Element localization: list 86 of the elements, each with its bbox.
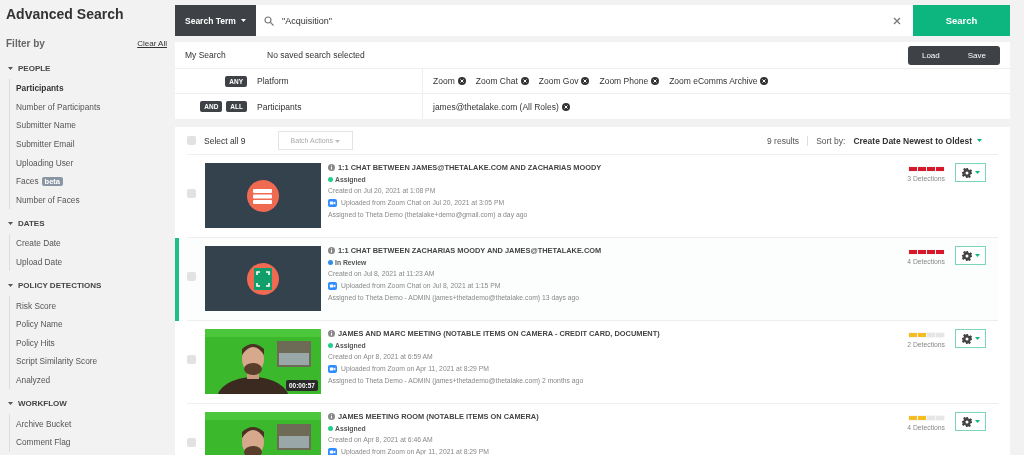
settings-dropdown[interactable] [955,246,986,265]
info-icon [328,330,335,337]
filter-value: Zoom Phone [599,76,649,86]
caret-icon [977,139,982,142]
filter-value: Zoom Gov [538,76,579,86]
search-mode-dropdown[interactable]: Search Term [175,5,256,36]
caret-icon [240,19,246,22]
search-icon [264,15,274,26]
caret-icon [8,221,13,225]
filter-item[interactable]: Faces [16,176,39,187]
caret-icon [974,420,980,423]
checkbox[interactable] [187,189,196,198]
filter-item[interactable]: Participants [16,83,64,94]
video-camera-icon [328,281,337,290]
filter-item[interactable]: Script Similarity Score [16,356,98,367]
fullscreen-icon [247,262,279,295]
filter-item[interactable]: Submitter Email [16,139,75,150]
filter-item[interactable]: Risk Score [16,300,57,311]
settings-icon [961,416,972,427]
video-camera-icon [328,364,337,373]
section-header[interactable]: DATES [8,216,167,231]
settings-icon [961,167,972,178]
settings-dropdown[interactable] [955,163,986,182]
filter-item[interactable]: Analyzed [16,375,51,385]
filter-field: Participants [257,94,423,119]
remove-button[interactable] [760,77,769,85]
filter-item[interactable]: Number of Faces [16,194,80,205]
saved-search-button[interactable]: Save [953,45,1000,65]
caret-icon [8,66,13,70]
remove-button[interactable] [457,77,466,85]
checkbox[interactable] [187,438,196,447]
caret-icon [8,283,13,287]
clear-all-link[interactable]: Clear All [137,39,167,48]
settings-icon [961,250,972,261]
checkbox[interactable] [187,355,196,364]
remove-button[interactable] [561,102,570,111]
filter-item[interactable]: Uploading User [16,157,74,168]
result-row[interactable] [175,238,998,321]
chat-list-icon [247,179,279,212]
result-count: 9 results [767,135,809,146]
thumbnail[interactable] [205,246,321,311]
search-field[interactable]: "Acquisition" [256,5,913,36]
settings-dropdown[interactable] [955,329,986,348]
info-icon [328,413,335,420]
video-camera-icon [328,198,337,207]
info-icon [328,247,335,254]
sort-dropdown[interactable]: Create Date Newest to Oldest [853,135,982,146]
my-search-label: My Search [185,50,227,60]
caret-icon [334,140,340,143]
filter-item[interactable]: Number of Participants [16,101,101,112]
caret-icon [974,337,980,340]
filter-value: james@thetalake.com (All Roles) [433,101,559,112]
filter-item[interactable]: Policy Name [16,319,63,330]
filter-item[interactable]: Policy Hits [16,337,55,348]
filter-value: Zoom eComms Archive [669,76,758,86]
info-icon [328,164,335,171]
filter-value: Zoom Chat [475,76,518,86]
remove-button[interactable] [520,77,529,85]
filter-heading: Filter by [6,38,45,49]
close-icon[interactable] [893,16,901,25]
sort-label: Sort by: [816,135,846,146]
filter-value: Zoom [433,76,455,86]
filter-item[interactable]: Submitter Name [16,120,76,131]
select-all-label[interactable]: Select all 9 [204,135,246,146]
caret-icon [974,254,980,257]
filter-field: Platform [257,69,423,93]
remove-button[interactable] [581,77,590,85]
settings-dropdown[interactable] [955,412,986,431]
saved-search-button[interactable]: Load [907,45,954,65]
caret-icon [8,401,13,405]
section-header[interactable]: POLICY DETECTIONS [8,278,167,293]
filter-item[interactable]: Upload Date [16,257,63,268]
thumbnail[interactable] [205,163,321,228]
saved-search-value: No saved search selected [267,50,366,60]
settings-icon [961,333,972,344]
filter-item[interactable]: Comment Flag [16,437,71,448]
checkbox[interactable] [187,272,196,281]
search-input[interactable]: "Acquisition" [280,14,887,27]
caret-icon [974,171,980,174]
page-title: Advanced Search [6,6,125,22]
section-header[interactable]: WORKFLOW [8,396,167,411]
filter-item[interactable]: Archive Bucket [16,418,72,429]
filter-item[interactable]: Create Date [16,238,61,249]
section-header[interactable]: PEOPLE [8,61,167,75]
remove-button[interactable] [651,77,660,85]
checkbox[interactable] [187,136,196,145]
